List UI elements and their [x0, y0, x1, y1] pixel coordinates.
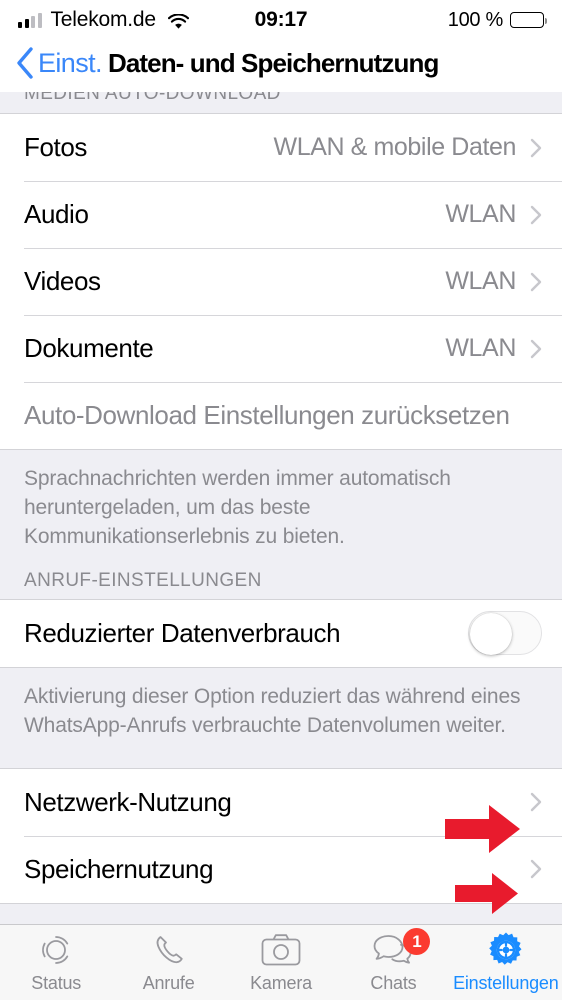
chevron-right-icon	[530, 339, 542, 359]
row-reset-autodownload[interactable]: Auto-Download Einstellungen zurücksetzen	[0, 382, 562, 449]
chevron-right-icon	[530, 272, 542, 292]
section-header-media: MEDIEN AUTO-DOWNLOAD	[0, 92, 562, 113]
row-label: Speichernutzung	[24, 853, 214, 884]
battery-full-icon	[510, 12, 548, 28]
navigation-bar: Einst. Daten- und Speichernutzung	[0, 40, 562, 92]
row-accessory: WLAN	[445, 334, 542, 363]
row-label: Dokumente	[24, 333, 154, 363]
status-rings-icon	[37, 931, 75, 969]
spacer	[0, 758, 562, 768]
chevron-right-icon	[530, 138, 542, 158]
status-bar: Telekom.de 09:17 100 %	[0, 0, 562, 40]
usage-group: Netzwerk-Nutzung Speichernutzung	[0, 767, 562, 904]
row-videos[interactable]: Videos WLAN	[0, 248, 562, 315]
row-netzwerk-nutzung[interactable]: Netzwerk-Nutzung	[0, 768, 562, 836]
settings-scroll-view[interactable]: MEDIEN AUTO-DOWNLOAD Fotos WLAN & mobile…	[0, 92, 562, 924]
chat-bubbles-icon: 1	[372, 928, 431, 969]
row-value: WLAN	[445, 334, 516, 362]
toggle-knob	[470, 613, 512, 656]
row-audio[interactable]: Audio WLAN	[0, 181, 562, 248]
row-label: Auto-Download Einstellungen zurücksetzen	[24, 400, 510, 430]
row-accessory: WLAN & mobile Daten	[274, 133, 543, 162]
back-button[interactable]: Einst.	[14, 46, 103, 80]
camera-icon	[261, 931, 301, 969]
back-button-label: Einst.	[38, 47, 103, 78]
phone-icon	[151, 931, 187, 969]
tab-label: Chats	[370, 973, 417, 993]
tab-anrufe[interactable]: Anrufe	[112, 931, 224, 994]
tab-label: Einstellungen	[453, 973, 559, 993]
chats-unread-badge: 1	[403, 928, 431, 955]
row-accessory	[530, 859, 542, 879]
calls-footnote: Aktivierung dieser Option reduziert das …	[0, 667, 562, 759]
tab-chats[interactable]: 1 Chats	[337, 928, 449, 994]
phone-screen: Telekom.de 09:17 100 % Einst. Daten- und…	[0, 0, 562, 1000]
tab-bar: Status Anrufe Kamera 1 Chats Einstellung…	[0, 924, 562, 1000]
chevron-left-icon	[14, 46, 36, 80]
row-label: Fotos	[24, 132, 88, 162]
page-title: Daten- und Speichernutzung	[107, 47, 439, 78]
gear-icon	[487, 931, 525, 969]
row-value: WLAN & mobile Daten	[273, 133, 517, 161]
row-speichernutzung[interactable]: Speichernutzung	[0, 835, 562, 903]
row-fotos[interactable]: Fotos WLAN & mobile Daten	[0, 114, 562, 181]
row-value: WLAN	[445, 200, 516, 228]
media-footnote: Sprachnachrichten werden immer automatis…	[0, 450, 562, 570]
row-label: Videos	[24, 266, 101, 296]
row-label: Audio	[24, 199, 89, 229]
media-autodownload-group: Fotos WLAN & mobile Daten Audio WLAN Vid…	[0, 113, 562, 450]
battery-percent-label: 100 %	[447, 8, 504, 31]
call-settings-group: Reduzierter Datenverbrauch	[0, 598, 562, 668]
tab-label: Kamera	[250, 973, 312, 993]
tab-status[interactable]: Status	[0, 931, 112, 994]
tab-label: Anrufe	[142, 973, 195, 993]
low-data-usage-toggle[interactable]	[468, 611, 542, 656]
status-bar-right: 100 %	[447, 8, 548, 32]
tab-kamera[interactable]: Kamera	[225, 931, 337, 994]
tab-einstellungen[interactable]: Einstellungen	[450, 931, 562, 994]
row-accessory	[468, 611, 542, 656]
row-accessory: WLAN	[445, 267, 542, 296]
chevron-right-icon	[530, 859, 542, 879]
row-label: Reduzierter Datenverbrauch	[24, 617, 341, 648]
row-reduzierter-datenverbrauch[interactable]: Reduzierter Datenverbrauch	[0, 599, 562, 667]
row-accessory: WLAN	[445, 200, 542, 229]
row-label: Netzwerk-Nutzung	[24, 786, 232, 817]
row-dokumente[interactable]: Dokumente WLAN	[0, 315, 562, 382]
section-header-calls: ANRUF-EINSTELLUNGEN	[0, 569, 562, 599]
row-accessory	[530, 792, 542, 812]
chevron-right-icon	[530, 792, 542, 812]
tab-label: Status	[31, 973, 82, 993]
row-value: WLAN	[445, 267, 516, 295]
chevron-right-icon	[530, 205, 542, 225]
